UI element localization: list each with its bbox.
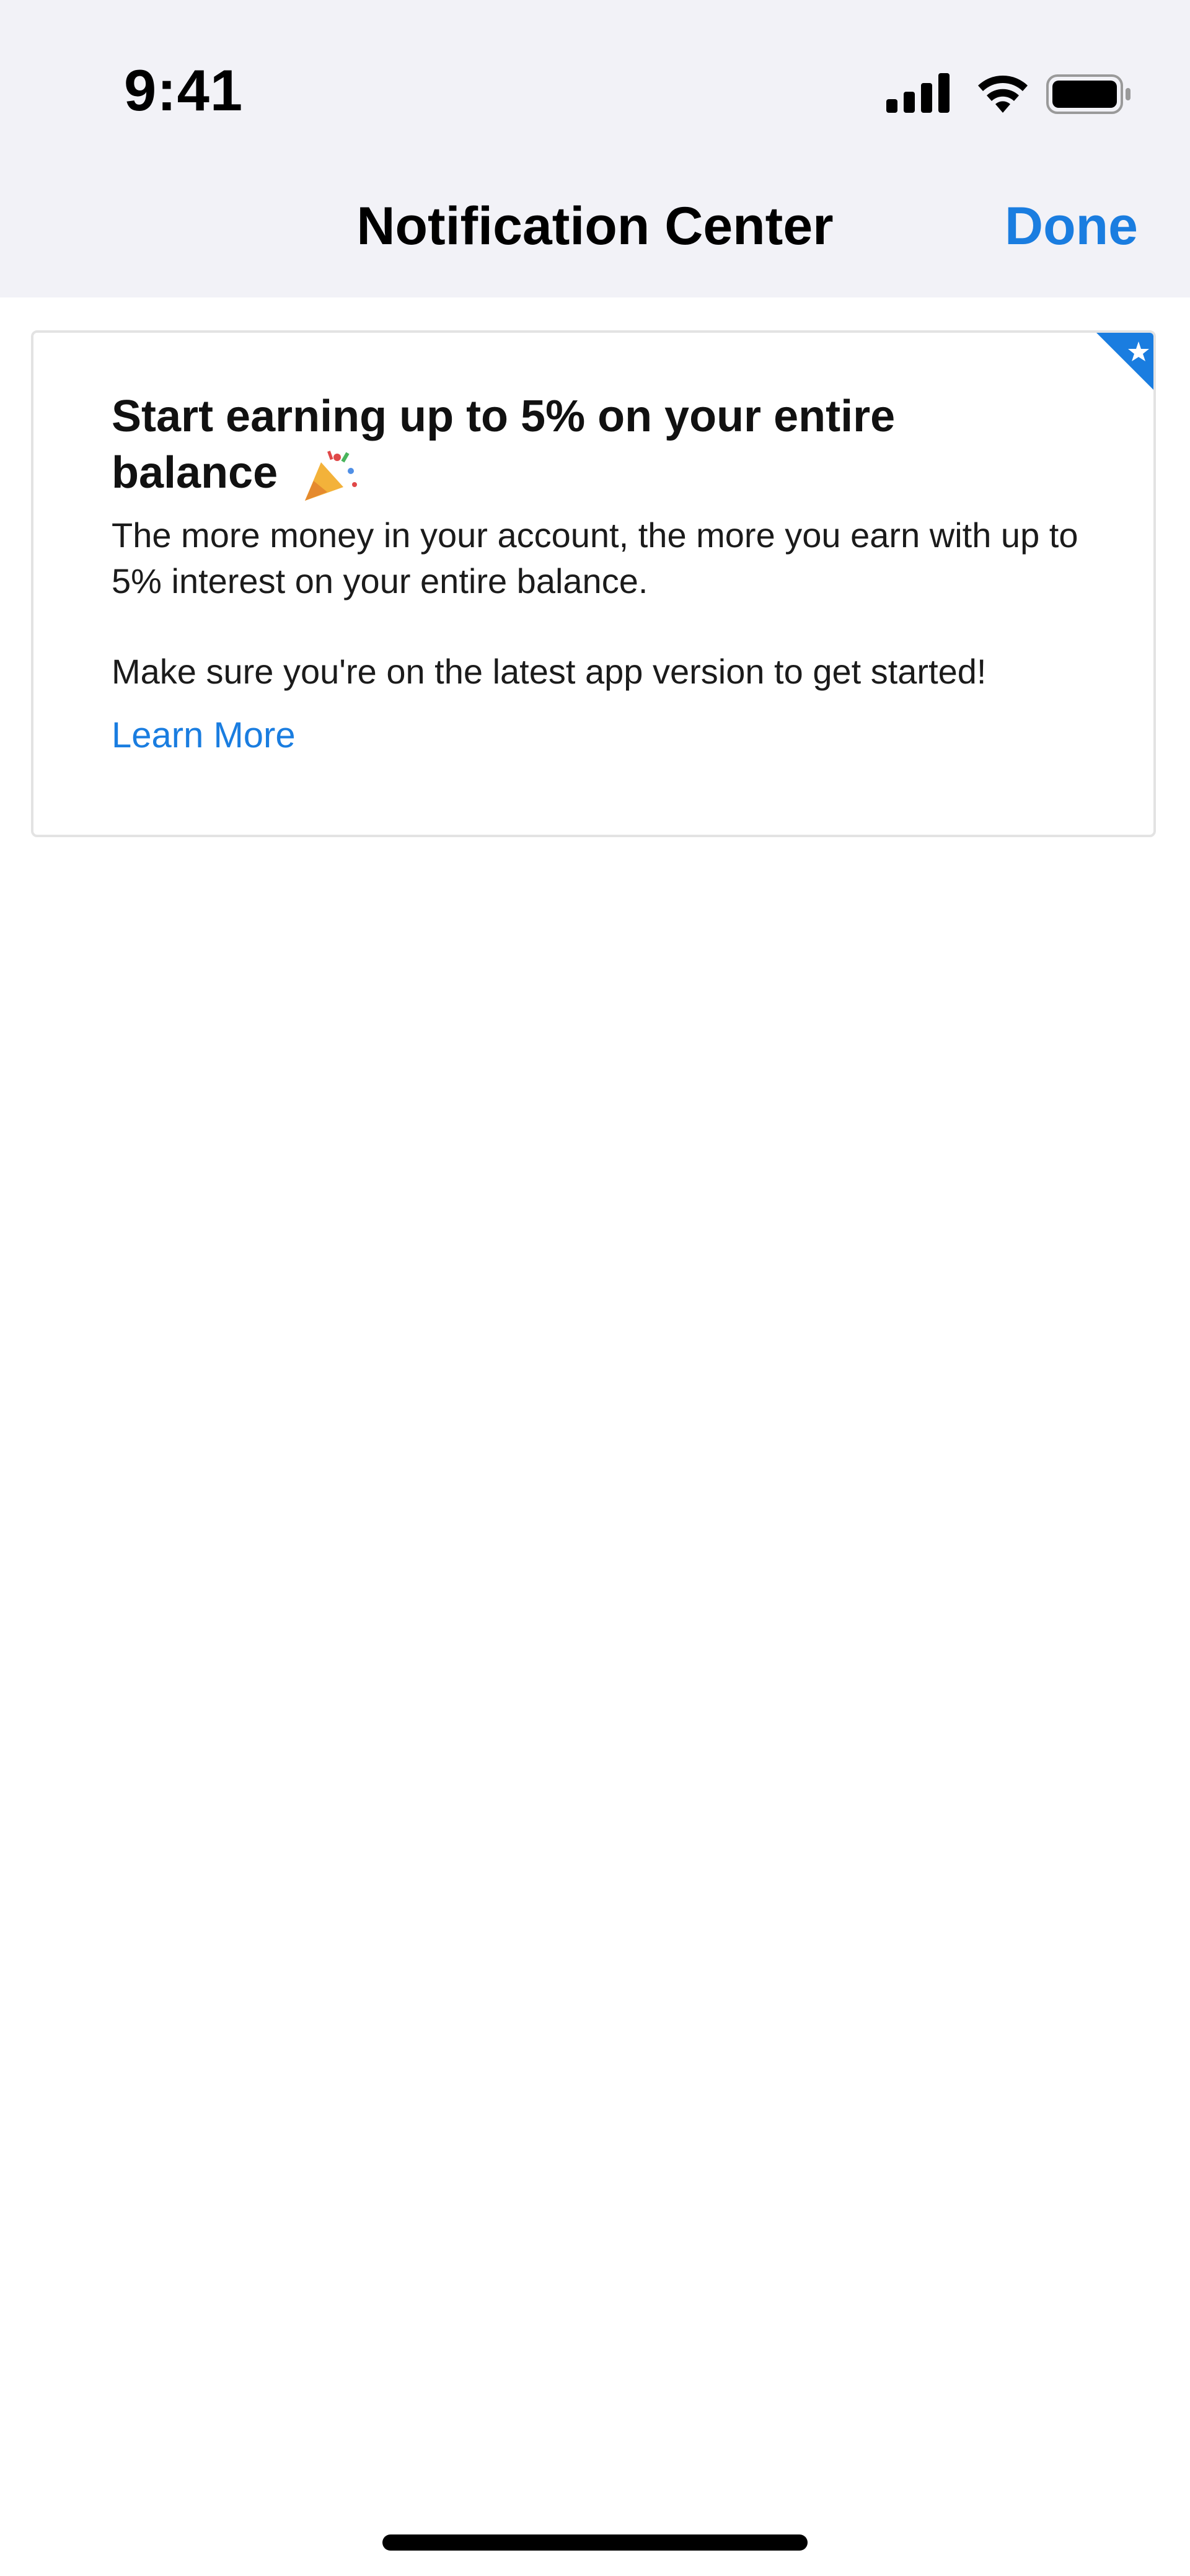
top-bar: 9:41 Notification Center Done — [0, 0, 1190, 297]
star-icon — [1096, 333, 1153, 390]
signal-icon — [886, 73, 950, 113]
status-time: 9:41 — [124, 58, 244, 123]
card-title-text: Start earning up to 5% on your entire ba… — [112, 392, 896, 498]
card-body-text-secondary: Make sure you're on the latest app versi… — [112, 652, 987, 691]
wifi-icon — [978, 76, 1028, 113]
done-button[interactable]: Done — [1005, 196, 1138, 257]
home-indicator[interactable] — [382, 2534, 808, 2551]
learn-more-link[interactable]: Learn More — [112, 714, 296, 756]
party-popper-icon — [305, 451, 358, 501]
battery-icon — [1046, 74, 1130, 114]
notification-card[interactable]: Start earning up to 5% on your entire ba… — [31, 330, 1156, 837]
card-body-text: The more money in your account, the more… — [112, 516, 1078, 600]
status-icons — [886, 73, 1130, 114]
card-title: Start earning up to 5% on your entire ba… — [112, 389, 1010, 503]
